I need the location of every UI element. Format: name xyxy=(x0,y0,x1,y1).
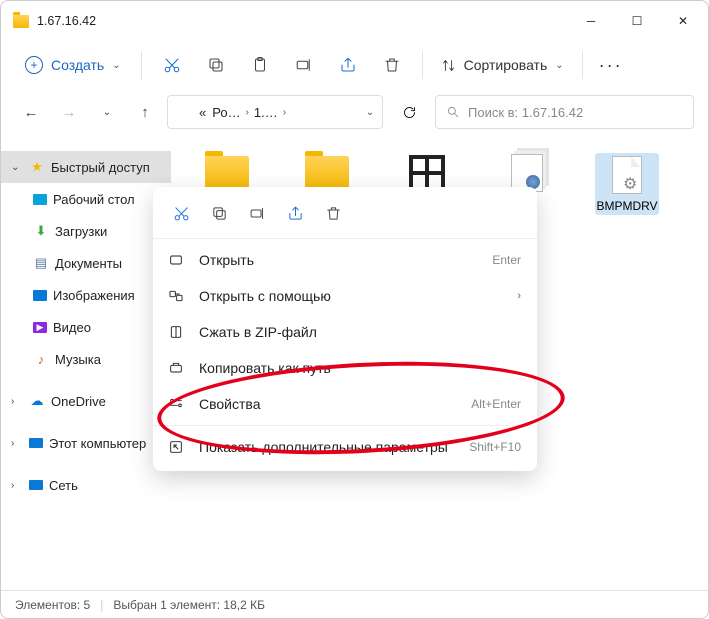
paste-button[interactable] xyxy=(240,47,280,83)
open-with-icon xyxy=(167,288,185,304)
sidebar-onedrive[interactable]: › ☁ OneDrive xyxy=(1,385,171,417)
ctx-show-more-options[interactable]: Показать дополнительные параметры Shift+… xyxy=(153,429,537,465)
sort-label: Сортировать xyxy=(464,57,548,73)
sidebar-item-video[interactable]: ▶ Видео xyxy=(1,311,171,343)
search-icon xyxy=(446,105,460,119)
delete-button[interactable] xyxy=(372,47,412,83)
share-button[interactable] xyxy=(328,47,368,83)
ctx-properties[interactable]: Свойства Alt+Enter xyxy=(153,386,537,422)
chevron-right-icon: › xyxy=(281,107,288,118)
separator xyxy=(582,51,583,79)
item-count: Элементов: 5 xyxy=(15,598,90,612)
sidebar-item-documents[interactable]: ▤ Документы xyxy=(1,247,171,279)
separator xyxy=(141,51,142,79)
address-bar[interactable]: « Ро… › 1.… › ⌄ xyxy=(167,95,383,129)
ctx-rename-button[interactable] xyxy=(239,197,275,229)
copy-path-icon xyxy=(167,360,185,376)
search-placeholder: Поиск в: 1.67.16.42 xyxy=(468,105,583,120)
picture-icon xyxy=(33,290,47,301)
status-bar: Элементов: 5 | Выбран 1 элемент: 18,2 КБ xyxy=(1,590,708,618)
separator xyxy=(153,425,537,426)
separator xyxy=(153,238,537,239)
chevron-down-icon: ⌄ xyxy=(555,60,563,71)
folder-icon xyxy=(174,106,190,118)
selection-info: Выбран 1 элемент: 18,2 КБ xyxy=(113,598,265,612)
ctx-cut-button[interactable] xyxy=(163,197,199,229)
close-button[interactable]: ✕ xyxy=(660,5,706,37)
chevron-right-icon: › xyxy=(244,107,251,118)
ctx-copy-button[interactable] xyxy=(201,197,237,229)
title-bar: 1.67.16.42 ─ ☐ ✕ xyxy=(1,1,708,41)
copy-button[interactable] xyxy=(196,47,236,83)
sidebar-item-music[interactable]: ♪ Музыка xyxy=(1,343,171,375)
address-dropdown[interactable]: ⌄ xyxy=(358,107,382,118)
ctx-open[interactable]: Открыть Enter xyxy=(153,242,537,278)
pc-icon xyxy=(29,438,43,448)
up-button[interactable]: ↑ xyxy=(129,96,161,128)
back-button[interactable]: ← xyxy=(15,96,47,128)
music-icon: ♪ xyxy=(33,351,49,367)
document-icon: ▤ xyxy=(33,255,49,271)
new-button[interactable]: + Создать ⌄ xyxy=(15,50,131,80)
folder-icon xyxy=(13,15,29,28)
network-icon xyxy=(29,480,43,490)
ctx-open-with[interactable]: Открыть с помощью › xyxy=(153,278,537,314)
sort-button[interactable]: Сортировать ⌄ xyxy=(433,51,572,79)
cloud-icon: ☁ xyxy=(29,393,45,409)
minimize-button[interactable]: ─ xyxy=(568,5,614,37)
up-button[interactable]: ⌄ xyxy=(91,96,123,128)
sidebar-item-pictures[interactable]: Изображения xyxy=(1,279,171,311)
ctx-share-button[interactable] xyxy=(277,197,313,229)
more-button[interactable]: ··· xyxy=(593,55,629,76)
sidebar: ⌄ ★ Быстрый доступ Рабочий стол ⬇ Загруз… xyxy=(1,139,171,587)
window-title: 1.67.16.42 xyxy=(37,14,96,28)
sidebar-item-desktop[interactable]: Рабочий стол xyxy=(1,183,171,215)
chevron-right-icon: › xyxy=(517,290,521,302)
chevron-right-icon: › xyxy=(11,480,23,491)
ctx-copy-path[interactable]: Копировать как путь xyxy=(153,350,537,386)
chevron-down-icon: ⌄ xyxy=(112,60,120,71)
breadcrumb[interactable]: « xyxy=(196,105,209,120)
forward-button[interactable]: → xyxy=(53,96,85,128)
refresh-button[interactable] xyxy=(389,95,429,129)
file-item-selected[interactable]: ⚙ BMPMDRV xyxy=(595,153,659,215)
star-icon: ★ xyxy=(29,159,45,175)
search-box[interactable]: Поиск в: 1.67.16.42 xyxy=(435,95,694,129)
breadcrumb[interactable]: Ро… xyxy=(209,105,243,120)
properties-icon xyxy=(167,396,185,412)
open-icon xyxy=(167,252,185,268)
breadcrumb[interactable]: 1.… xyxy=(251,105,281,120)
desktop-icon xyxy=(33,194,47,205)
context-menu: Открыть Enter Открыть с помощью › Сжать … xyxy=(153,187,537,471)
sidebar-thispc[interactable]: › Этот компьютер xyxy=(1,427,171,459)
ctx-delete-button[interactable] xyxy=(315,197,351,229)
address-row: ← → ⌄ ↑ « Ро… › 1.… › ⌄ Поиск в: 1.67.16… xyxy=(1,89,708,139)
download-icon: ⬇ xyxy=(33,223,49,239)
zip-icon xyxy=(167,324,185,340)
video-icon: ▶ xyxy=(33,322,47,333)
cut-button[interactable] xyxy=(152,47,192,83)
chevron-down-icon: ⌄ xyxy=(11,162,23,173)
new-label: Создать xyxy=(51,57,104,73)
sidebar-quick-access[interactable]: ⌄ ★ Быстрый доступ xyxy=(1,151,171,183)
chevron-right-icon: › xyxy=(11,438,23,449)
sidebar-network[interactable]: › Сеть xyxy=(1,469,171,501)
sidebar-item-downloads[interactable]: ⬇ Загрузки xyxy=(1,215,171,247)
chevron-right-icon: › xyxy=(11,396,23,407)
plus-icon: + xyxy=(25,56,43,74)
maximize-button[interactable]: ☐ xyxy=(614,5,660,37)
more-options-icon xyxy=(167,439,185,455)
file-label: BMPMDRV xyxy=(596,199,657,213)
toolbar: + Создать ⌄ Сортировать ⌄ ··· xyxy=(1,41,708,89)
rename-button[interactable] xyxy=(284,47,324,83)
separator xyxy=(422,51,423,79)
ctx-compress-zip[interactable]: Сжать в ZIP-файл xyxy=(153,314,537,350)
